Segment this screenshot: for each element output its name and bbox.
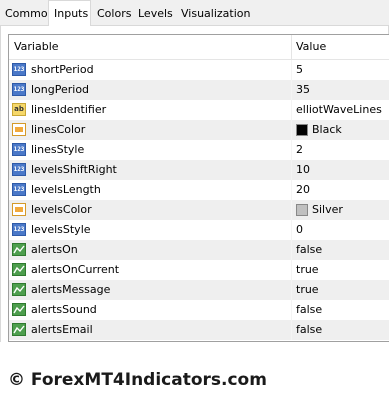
variable-value[interactable]: 35 (296, 80, 310, 100)
integer-icon: 123 (12, 143, 26, 156)
boolean-icon (12, 243, 26, 256)
variable-name: alertsOnCurrent (31, 263, 120, 276)
variable-name: shortPeriod (31, 63, 94, 76)
variable-value[interactable]: 0 (296, 220, 303, 240)
table-row[interactable]: alertsOn false (9, 240, 389, 260)
grid-header: Variable Value (9, 35, 389, 60)
color-swatch[interactable] (296, 204, 308, 216)
table-row[interactable]: 123 linesStyle 2 (9, 140, 389, 160)
cell-divider (291, 320, 292, 340)
integer-icon: 123 (12, 223, 26, 236)
cell-divider (291, 200, 292, 220)
variable-value[interactable]: Silver (312, 200, 343, 220)
inputs-panel: Variable Value 123 shortPeriod 5 123 longPer… (0, 26, 389, 342)
integer-icon: 123 (12, 63, 26, 76)
variable-value[interactable]: 20 (296, 180, 310, 200)
cell-divider (291, 140, 292, 160)
table-row[interactable]: alertsOnCurrent true (9, 260, 389, 280)
variable-name: levelsColor (31, 203, 92, 216)
variable-name: alertsSound (31, 303, 97, 316)
color-swatch[interactable] (296, 124, 308, 136)
boolean-icon (12, 303, 26, 316)
variable-name: alertsEmail (31, 323, 93, 336)
tab-visualization[interactable]: Visualization (176, 3, 250, 24)
variable-value[interactable]: Black (312, 120, 342, 140)
variable-value[interactable]: false (296, 240, 322, 260)
variable-value[interactable]: false (296, 300, 322, 320)
cell-divider (291, 280, 292, 300)
cell-divider (291, 260, 292, 280)
color-icon (12, 203, 26, 216)
cell-divider (291, 160, 292, 180)
table-row[interactable]: alertsEmail false (9, 320, 389, 340)
variable-name: longPeriod (31, 83, 90, 96)
boolean-icon (12, 323, 26, 336)
table-row[interactable]: ab linesIdentifier elliotWaveLines (9, 100, 389, 120)
tab-common[interactable]: Common (0, 3, 55, 24)
variable-name: alertsMessage (31, 283, 111, 296)
variable-value[interactable]: elliotWaveLines (296, 100, 382, 120)
cell-divider (291, 120, 292, 140)
table-row[interactable]: 123 shortPeriod 5 (9, 60, 389, 80)
cell-divider (291, 240, 292, 260)
cell-divider (291, 60, 292, 80)
variable-name: levelsLength (31, 183, 101, 196)
table-row[interactable]: 123 longPeriod 35 (9, 80, 389, 100)
table-row[interactable]: 123 levelsStyle 0 (9, 220, 389, 240)
variable-name: linesStyle (31, 143, 85, 156)
table-row[interactable]: alertsSound false (9, 300, 389, 320)
integer-icon: 123 (12, 183, 26, 196)
variable-value[interactable]: true (296, 260, 319, 280)
variable-name: alertsOn (31, 243, 78, 256)
tab-inputs[interactable]: Inputs (48, 0, 91, 26)
column-separator[interactable] (291, 35, 292, 59)
table-row[interactable]: 123 levelsLength 20 (9, 180, 389, 200)
variable-name: linesColor (31, 123, 86, 136)
boolean-icon (12, 283, 26, 296)
column-header-variable[interactable]: Variable (14, 35, 59, 59)
variable-value[interactable]: 10 (296, 160, 310, 180)
tab-colors[interactable]: Colors (92, 3, 131, 24)
variable-value[interactable]: 2 (296, 140, 303, 160)
integer-icon: 123 (12, 163, 26, 176)
cell-divider (291, 80, 292, 100)
variable-name: linesIdentifier (31, 103, 107, 116)
cell-divider (291, 180, 292, 200)
integer-icon: 123 (12, 83, 26, 96)
boolean-icon (12, 263, 26, 276)
variable-name: levelsStyle (31, 223, 91, 236)
table-row[interactable]: levelsColor Silver (9, 200, 389, 220)
table-row[interactable]: 123 levelsShiftRight 10 (9, 160, 389, 180)
tab-levels[interactable]: Levels (133, 3, 174, 24)
cell-divider (291, 220, 292, 240)
table-row[interactable]: alertsMessage true (9, 280, 389, 300)
variable-value[interactable]: false (296, 320, 322, 340)
color-icon (12, 123, 26, 136)
variable-value[interactable]: true (296, 280, 319, 300)
column-header-value[interactable]: Value (296, 35, 326, 59)
table-row[interactable]: linesColor Black (9, 120, 389, 140)
string-icon: ab (12, 103, 26, 116)
inputs-grid: Variable Value 123 shortPeriod 5 123 longPer… (8, 34, 389, 342)
variable-name: levelsShiftRight (31, 163, 117, 176)
grid-rows: 123 shortPeriod 5 123 longPeriod 35 ab linesIde… (9, 60, 389, 340)
tab-bar: Common Inputs Colors Levels Visualizatio… (0, 0, 389, 26)
watermark-text: © ForexMT4Indicators.com (8, 370, 267, 390)
cell-divider (291, 300, 292, 320)
cell-divider (291, 100, 292, 120)
variable-value[interactable]: 5 (296, 60, 303, 80)
